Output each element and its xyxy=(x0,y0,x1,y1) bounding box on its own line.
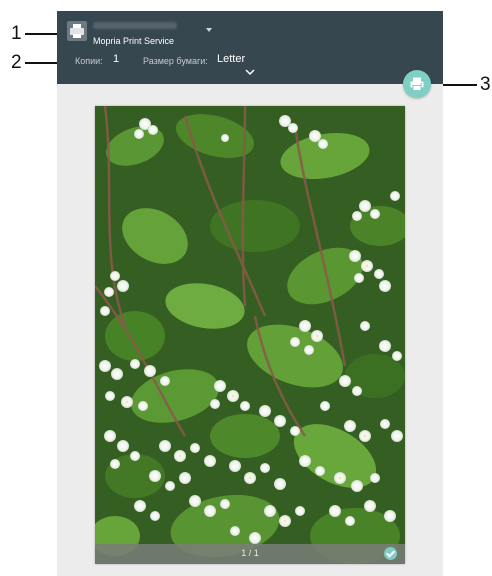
print-screen: Mopria Print Service Копии: 1 Размер бум… xyxy=(57,11,443,576)
callout-2-number: 2 xyxy=(11,52,22,73)
print-button[interactable] xyxy=(403,70,431,98)
buckwheat-flowers-photo xyxy=(95,106,405,564)
callout-3-number: 3 xyxy=(480,74,491,95)
printer-name-redacted[interactable] xyxy=(93,22,177,29)
page-footer: 1 / 1 xyxy=(95,544,405,564)
chevron-down-icon[interactable] xyxy=(245,68,255,76)
copies-field[interactable]: 1 xyxy=(113,53,119,65)
page-preview[interactable]: 1 / 1 xyxy=(95,106,405,564)
page-counter: 1 / 1 xyxy=(241,548,259,558)
paper-size-select[interactable]: Letter xyxy=(217,53,245,65)
print-options-header: Mopria Print Service Копии: 1 Размер бум… xyxy=(57,11,443,84)
copies-label: Копии: xyxy=(75,56,103,66)
check-circle-icon[interactable] xyxy=(384,547,397,560)
paper-size-label: Размер бумаги: xyxy=(143,56,208,66)
callout-1-number: 1 xyxy=(11,23,22,44)
print-icon xyxy=(410,77,424,91)
printer-dropdown-icon[interactable] xyxy=(206,28,212,32)
printer-icon[interactable] xyxy=(67,21,87,41)
print-service-name[interactable]: Mopria Print Service xyxy=(93,36,174,46)
